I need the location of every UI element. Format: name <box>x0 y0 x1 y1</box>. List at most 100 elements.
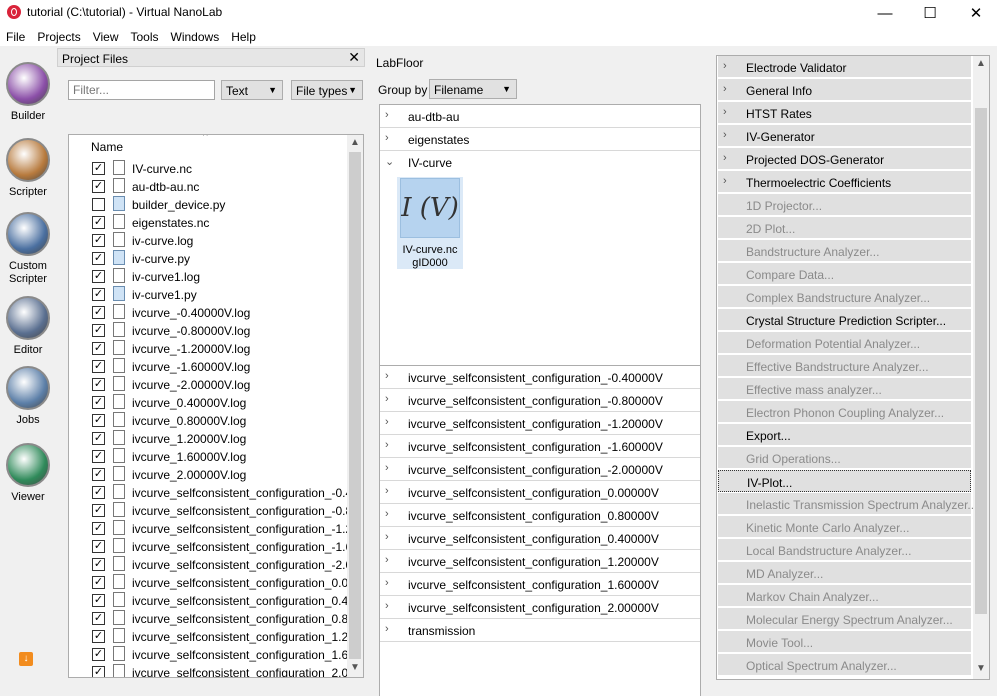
lab-group-row[interactable]: › transmission <box>380 619 700 642</box>
menu-windows[interactable]: Windows <box>165 26 226 46</box>
file-row[interactable]: ✓ ivcurve_-0.80000V.log <box>69 321 349 339</box>
tool-builder[interactable]: Builder <box>0 62 56 123</box>
file-row[interactable]: ✓ iv-curve.py <box>69 249 349 267</box>
tool-item[interactable]: Crystal Structure Prediction Scripter... <box>718 309 971 331</box>
tool-jobs[interactable]: Jobs <box>0 366 56 427</box>
chevron-right-icon[interactable]: › <box>385 577 389 589</box>
lab-group-row[interactable]: › ivcurve_selfconsistent_configuration_0.… <box>380 481 700 504</box>
tool-item[interactable]: › IV-Generator <box>718 125 971 147</box>
tool-item[interactable]: › Projected DOS-Generator <box>718 148 971 170</box>
scrollbar-thumb[interactable] <box>349 152 361 659</box>
file-checkbox[interactable]: ✓ <box>92 288 105 301</box>
maximize-button[interactable]: ☐ <box>907 0 953 26</box>
tool-custom-scripter[interactable]: Custom Scripter <box>0 212 56 286</box>
tool-item[interactable]: IV-Plot... <box>718 470 971 492</box>
lab-group-row[interactable]: › ivcurve_selfconsistent_configuration_2.… <box>380 596 700 619</box>
file-row[interactable]: ✓ ivcurve_selfconsistent_configuration_0.… <box>69 591 363 609</box>
file-checkbox[interactable]: ✓ <box>92 558 105 571</box>
file-row[interactable]: ✓ ivcurve_0.80000V.log <box>69 411 349 429</box>
file-checkbox[interactable]: ✓ <box>92 576 105 589</box>
chevron-right-icon[interactable]: › <box>385 600 389 612</box>
chevron-right-icon[interactable]: › <box>723 175 727 187</box>
lab-group-row[interactable]: › ivcurve_selfconsistent_configuration_-2… <box>380 458 700 481</box>
chevron-right-icon[interactable]: › <box>385 370 389 382</box>
close-panel-icon[interactable]: ✕ <box>348 49 360 66</box>
tool-item[interactable]: › General Info <box>718 79 971 101</box>
chevron-right-icon[interactable]: › <box>723 83 727 95</box>
file-checkbox[interactable]: ✓ <box>92 252 105 265</box>
chevron-right-icon[interactable]: › <box>385 462 389 474</box>
file-row[interactable]: ✓ ivcurve_2.00000V.log <box>69 465 349 483</box>
lab-group-row[interactable]: ⌄ IV-curve <box>380 151 700 174</box>
file-checkbox[interactable]: ✓ <box>92 180 105 193</box>
minimize-button[interactable]: — <box>862 0 908 26</box>
file-row[interactable]: builder_device.py <box>69 195 349 213</box>
chevron-down-icon[interactable]: ⌄ <box>385 155 394 168</box>
menu-help[interactable]: Help <box>225 26 262 46</box>
file-checkbox[interactable] <box>92 198 105 211</box>
file-checkbox[interactable]: ✓ <box>92 270 105 283</box>
file-checkbox[interactable]: ✓ <box>92 306 105 319</box>
menu-file[interactable]: File <box>0 26 31 46</box>
file-row[interactable]: ✓ ivcurve_-1.20000V.log <box>69 339 349 357</box>
file-checkbox[interactable]: ✓ <box>92 324 105 337</box>
file-row[interactable]: ✓ ivcurve_selfconsistent_configuration_0.… <box>69 573 363 591</box>
file-row[interactable]: ✓ ivcurve_selfconsistent_configuration_-1… <box>69 537 363 555</box>
tools-scrollbar[interactable]: ▲ ▼ <box>973 56 989 679</box>
file-row[interactable]: ✓ ivcurve_0.40000V.log <box>69 393 349 411</box>
lab-group-row[interactable]: › ivcurve_selfconsistent_configuration_-0… <box>380 366 700 389</box>
chevron-right-icon[interactable]: › <box>723 60 727 72</box>
file-checkbox[interactable]: ✓ <box>92 342 105 355</box>
chevron-right-icon[interactable]: › <box>723 106 727 118</box>
file-checkbox[interactable]: ✓ <box>92 234 105 247</box>
chevron-right-icon[interactable]: › <box>385 393 389 405</box>
file-checkbox[interactable]: ✓ <box>92 522 105 535</box>
chevron-right-icon[interactable]: › <box>723 152 727 164</box>
file-checkbox[interactable]: ✓ <box>92 486 105 499</box>
scroll-up-icon[interactable]: ▲ <box>350 137 360 148</box>
file-checkbox[interactable]: ✓ <box>92 666 105 677</box>
file-checkbox[interactable]: ✓ <box>92 612 105 625</box>
chevron-right-icon[interactable]: › <box>385 439 389 451</box>
file-row[interactable]: ✓ ivcurve_selfconsistent_configuration_1.… <box>69 627 363 645</box>
lab-group-row[interactable]: › ivcurve_selfconsistent_configuration_0.… <box>380 527 700 550</box>
file-checkbox[interactable]: ✓ <box>92 396 105 409</box>
file-list-scrollbar[interactable]: ▲ ▼ <box>347 135 363 677</box>
chevron-right-icon[interactable]: › <box>385 485 389 497</box>
file-row[interactable]: ✓ ivcurve_selfconsistent_configuration_1.… <box>69 645 363 663</box>
group-by-dropdown[interactable]: Filename ▼ <box>429 79 517 99</box>
file-list-header[interactable]: ^ Name <box>69 135 349 157</box>
file-checkbox[interactable]: ✓ <box>92 216 105 229</box>
file-checkbox[interactable]: ✓ <box>92 630 105 643</box>
update-icon[interactable]: ↓ <box>19 652 33 666</box>
file-row[interactable]: ✓ IV-curve.nc <box>69 159 349 177</box>
tool-item[interactable]: Export... <box>718 424 971 446</box>
chevron-right-icon[interactable]: › <box>385 109 389 121</box>
file-row[interactable]: ✓ ivcurve_-1.60000V.log <box>69 357 349 375</box>
filter-input[interactable] <box>68 80 215 100</box>
iv-curve-item[interactable]: I (V) IV-curve.nc gID000 <box>397 177 463 269</box>
file-checkbox[interactable]: ✓ <box>92 468 105 481</box>
lab-group-row[interactable]: › ivcurve_selfconsistent_configuration_1.… <box>380 550 700 573</box>
file-row[interactable]: ✓ ivcurve_selfconsistent_configuration_2.… <box>69 663 363 677</box>
tool-editor[interactable]: Editor <box>0 296 56 357</box>
menu-view[interactable]: View <box>87 26 125 46</box>
file-row[interactable]: ✓ ivcurve_-0.40000V.log <box>69 303 349 321</box>
lab-group-row[interactable]: › ivcurve_selfconsistent_configuration_1.… <box>380 573 700 596</box>
file-row[interactable]: ✓ ivcurve_selfconsistent_configuration_0.… <box>69 609 363 627</box>
chevron-right-icon[interactable]: › <box>385 416 389 428</box>
file-row[interactable]: ✓ ivcurve_-2.00000V.log <box>69 375 349 393</box>
file-checkbox[interactable]: ✓ <box>92 378 105 391</box>
file-checkbox[interactable]: ✓ <box>92 360 105 373</box>
scroll-down-icon[interactable]: ▼ <box>350 662 360 673</box>
file-row[interactable]: ✓ eigenstates.nc <box>69 213 349 231</box>
scrollbar-thumb[interactable] <box>975 108 987 614</box>
lab-group-row[interactable]: › ivcurve_selfconsistent_configuration_0.… <box>380 504 700 527</box>
filter-mode-dropdown[interactable]: Text ▼ <box>221 80 283 100</box>
file-checkbox[interactable]: ✓ <box>92 432 105 445</box>
file-checkbox[interactable]: ✓ <box>92 414 105 427</box>
file-row[interactable]: ✓ ivcurve_selfconsistent_configuration_-2… <box>69 555 363 573</box>
menu-tools[interactable]: Tools <box>125 26 165 46</box>
file-row[interactable]: ✓ iv-curve1.log <box>69 267 349 285</box>
file-types-dropdown[interactable]: File types ▼ <box>291 80 363 100</box>
